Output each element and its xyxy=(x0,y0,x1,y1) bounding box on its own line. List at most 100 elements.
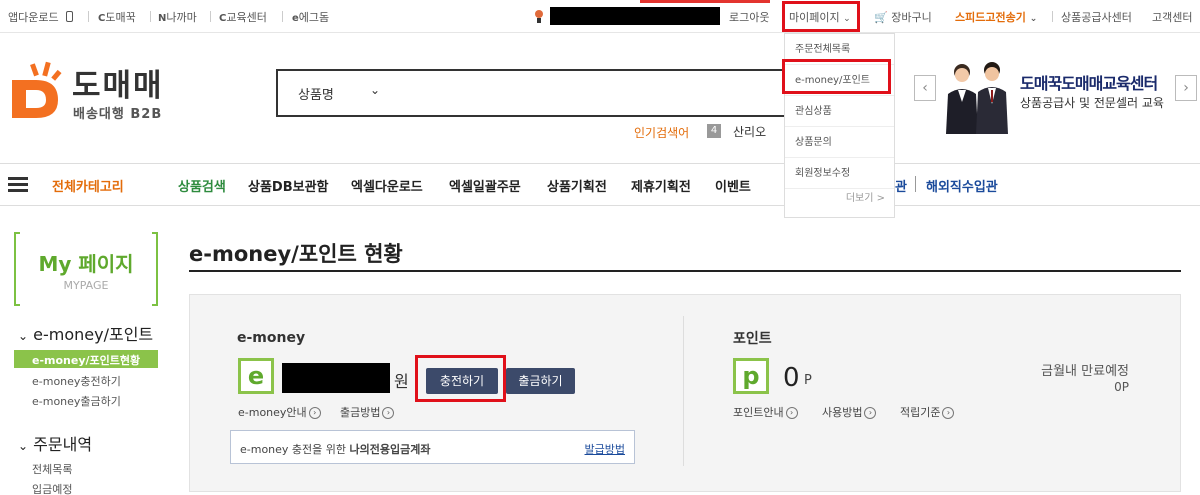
emoney-info-label: e-money안내 xyxy=(238,406,307,419)
point-use-method-label: 사용방법 xyxy=(822,406,863,419)
divider xyxy=(150,11,151,22)
logo-icon[interactable] xyxy=(6,58,64,118)
user-grade-icon xyxy=(534,9,544,23)
mypage-label: 마이페이지 xyxy=(789,11,840,24)
search-box[interactable]: 상품명 ⌄ xyxy=(276,69,796,117)
nav-excel-order[interactable]: 엑셀일괄주문 xyxy=(449,176,521,195)
chevron-right-icon: › xyxy=(785,407,798,419)
sidebar-section-orders[interactable]: ⌄ 주문내역 xyxy=(18,431,92,455)
nav-product-search[interactable]: 상품검색 xyxy=(178,176,226,195)
sidebar-section-emoney-label: e-money/포인트 xyxy=(33,325,154,344)
point-expire-label: 금월내 만료예정 xyxy=(1041,364,1129,379)
link-eggdom[interactable]: e에그돔 xyxy=(292,9,329,25)
banner-next-button[interactable]: › xyxy=(1175,75,1197,101)
chevron-down-icon: ⌄ xyxy=(18,329,29,343)
nav-excel-download[interactable]: 엑셀다운로드 xyxy=(351,176,423,195)
customer-center-link[interactable]: 고객센터 xyxy=(1152,9,1192,25)
sidebar-item-emoney-status[interactable]: e-money/포인트현황 xyxy=(32,352,140,368)
point-info-link[interactable]: 포인트안내 › xyxy=(733,404,798,420)
mypage-title: My 페이지 xyxy=(38,252,134,276)
chevron-down-icon[interactable]: ⌄ xyxy=(370,83,380,97)
divider xyxy=(1052,11,1053,22)
point-expire-value: 0P xyxy=(1114,380,1129,394)
nav-product-db[interactable]: 상품DB보관함 xyxy=(248,176,329,195)
app-download-link[interactable]: 앱다운로드 xyxy=(8,9,74,25)
nav-partner-exhibition[interactable]: 제휴기획전 xyxy=(631,176,691,195)
cart-icon: 🛒 xyxy=(874,11,888,24)
link-nakama[interactable]: N나까마 xyxy=(158,9,197,25)
emoney-badge-icon: e xyxy=(238,358,274,394)
nav-exhibition[interactable]: 상품기획전 xyxy=(547,176,607,195)
account-text: e-money 충전을 위한 나의전용입금계좌 xyxy=(240,441,431,457)
dropdown-item-member-info[interactable]: 회원정보수정 xyxy=(785,158,894,189)
logo-subtitle: 배송대행 B2B xyxy=(73,107,163,122)
main-nav: 전체카테고리 상품검색 상품DB보관함 엑셀다운로드 엑셀일괄주문 상품기획전 … xyxy=(0,163,1200,206)
logout-link[interactable]: 로그아웃 xyxy=(729,9,769,25)
search-category-select[interactable]: 상품명 xyxy=(298,84,334,103)
chevron-right-icon: › xyxy=(382,407,395,419)
page-title: e-money/포인트 현황 xyxy=(189,242,403,266)
link-education[interactable]: C교육센터 xyxy=(219,9,267,25)
redacted-emoney-amount xyxy=(282,363,390,393)
menu-icon[interactable] xyxy=(8,177,28,193)
chevron-right-icon: › xyxy=(942,407,955,419)
popular-rank-badge: 4 xyxy=(707,124,721,138)
popular-keywords-label: 인기검색어 xyxy=(634,126,690,140)
emoney-unit: 원 xyxy=(394,372,409,391)
point-accrual-label: 적립기준 xyxy=(900,406,941,419)
dedicated-account-box: e-money 충전을 위한 나의전용입금계좌 발급방법 xyxy=(230,430,635,464)
mypage-subtitle: MYPAGE xyxy=(63,279,109,292)
logo-title[interactable]: 도매매 xyxy=(72,60,164,105)
chevron-down-icon: ⌄ xyxy=(18,439,29,453)
divider xyxy=(915,176,916,192)
chevron-left-icon: ‹ xyxy=(922,80,928,96)
withdraw-button[interactable]: 출금하기 xyxy=(506,368,575,394)
point-badge-icon: p xyxy=(733,358,769,394)
nav-overseas[interactable]: 해외직수입관 xyxy=(926,176,998,195)
nav-event[interactable]: 이벤트 xyxy=(715,176,751,195)
title-underline xyxy=(189,270,1181,272)
link-eggdom-label: 에그돔 xyxy=(298,11,330,24)
popular-keyword-link[interactable]: 산리오 xyxy=(733,123,766,140)
link-nakama-label: 나까마 xyxy=(166,11,197,24)
emoney-label: e-money xyxy=(237,330,306,346)
mypage-menu[interactable]: 마이페이지 ⌄ xyxy=(789,9,851,25)
speed-sender-menu[interactable]: 스피드고전송기 ⌄ xyxy=(955,9,1037,25)
panel-divider xyxy=(683,316,684,466)
chevron-right-icon: › xyxy=(864,407,877,419)
chevron-down-icon: ⌄ xyxy=(843,14,851,24)
nav-partial-item[interactable]: 관 xyxy=(895,176,907,195)
issue-method-link[interactable]: 발급방법 xyxy=(585,441,625,457)
point-unit: P xyxy=(804,373,812,388)
divider xyxy=(210,11,211,22)
cart-link[interactable]: 🛒 장바구니 xyxy=(874,9,932,25)
link-education-label: 교육센터 xyxy=(226,11,267,24)
dropdown-item-inquiry[interactable]: 상품문의 xyxy=(785,127,894,158)
point-label: 포인트 xyxy=(733,331,772,347)
sidebar-item-emoney-charge[interactable]: e-money충전하기 xyxy=(32,373,121,389)
sidebar-section-emoney[interactable]: ⌄ e-money/포인트 xyxy=(18,321,153,345)
sidebar-item-emoney-withdraw[interactable]: e-money출금하기 xyxy=(32,393,121,409)
banner-prev-button[interactable]: ‹ xyxy=(914,75,936,101)
supply-center-link[interactable]: 상품공급사센터 xyxy=(1061,9,1132,25)
divider xyxy=(88,11,89,22)
emoney-info-link[interactable]: e-money안내 › xyxy=(238,404,321,420)
link-domeggook[interactable]: C도매꾹 xyxy=(98,9,136,25)
banner-title[interactable]: 도매꾹도매매교육센터 xyxy=(1020,70,1158,94)
mypage-title-box: My 페이지 MYPAGE xyxy=(14,232,158,306)
banner-subtitle: 상품공급사 및 전문셀러 교육 xyxy=(1020,96,1164,110)
phone-icon xyxy=(66,11,74,22)
withdraw-method-link[interactable]: 출금방법 › xyxy=(340,404,395,420)
dropdown-more-link[interactable]: 더보기 > xyxy=(785,189,885,204)
nav-all-categories[interactable]: 전체카테고리 xyxy=(52,176,124,195)
withdraw-method-label: 출금방법 xyxy=(340,406,381,419)
point-value: 0 xyxy=(783,363,800,393)
dropdown-item-wishlist[interactable]: 관심상품 xyxy=(785,96,894,127)
point-accrual-link[interactable]: 적립기준 › xyxy=(900,404,955,420)
redacted-username xyxy=(550,7,720,25)
point-info-label: 포인트안내 xyxy=(733,406,784,419)
point-use-method-link[interactable]: 사용방법 › xyxy=(822,404,877,420)
sidebar-item-pending-deposit[interactable]: 입금예정 xyxy=(32,481,72,495)
sidebar-item-all-orders[interactable]: 전체목록 xyxy=(32,461,72,477)
top-bar: 앱다운로드 C도매꾹 N나까마 C교육센터 e에그돔 로그아웃 마이페이지 ⌄ … xyxy=(0,0,1200,33)
